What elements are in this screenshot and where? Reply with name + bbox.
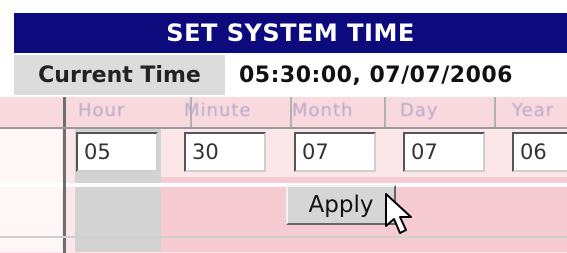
current-time-label: Current Time	[14, 55, 225, 95]
column-header-minute: Minute	[184, 100, 252, 121]
month-field[interactable]: 07	[294, 132, 376, 172]
apply-button[interactable]: Apply	[286, 185, 396, 225]
minute-field[interactable]: 30	[184, 132, 266, 172]
current-time-value: 05:30:00, 07/07/2006	[229, 55, 567, 95]
day-field[interactable]: 07	[403, 132, 485, 172]
column-header-day: Day	[400, 100, 439, 121]
column-header-month: Month	[292, 100, 354, 121]
column-header-year: Year	[512, 100, 555, 121]
year-field[interactable]: 06	[512, 132, 567, 172]
column-header-hour: Hour	[78, 100, 126, 121]
hour-field[interactable]: 05	[76, 132, 158, 172]
mouse-pointer-icon	[385, 193, 412, 234]
page-title: SET SYSTEM TIME	[14, 13, 567, 53]
